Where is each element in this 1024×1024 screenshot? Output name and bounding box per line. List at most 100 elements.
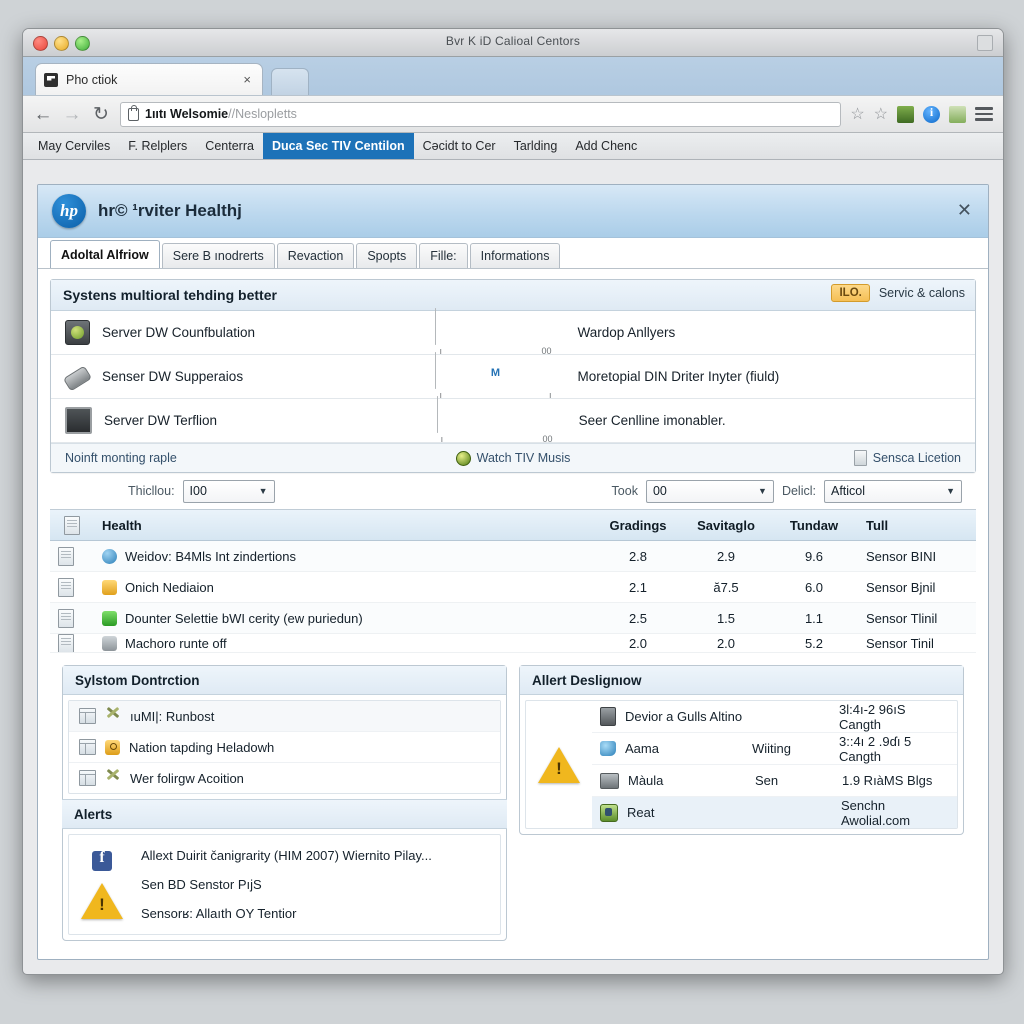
window-titlebar: Bvr K iD Calioal Centors xyxy=(23,29,1003,57)
bookmark-item-5[interactable]: Tarlding xyxy=(505,133,567,159)
alert-row-selected[interactable]: Reat Senchn Awolial.com xyxy=(592,797,957,828)
alert-col1: Devior a Gulls Altino xyxy=(625,709,743,724)
bookmark-item-4[interactable]: Cǝcidt to Cer xyxy=(414,133,505,159)
ilo-badge[interactable]: ILO. xyxy=(831,284,870,302)
memory-stick-icon xyxy=(62,365,93,392)
status-row-desc: Wardop Anllyers xyxy=(577,325,676,340)
footer-left-link[interactable]: Noinft monting raple xyxy=(65,451,364,465)
bookmark-item-6[interactable]: Add Chenc xyxy=(566,133,646,159)
row-doc-icon-cell[interactable] xyxy=(50,634,94,652)
alert-line[interactable]: Sensorʁ: Allaıth OY Tentior xyxy=(135,899,500,928)
bookmark-star-outline-icon[interactable]: ☆ xyxy=(874,104,888,124)
row-gradings-cell: 2.1 xyxy=(628,579,648,595)
app-close-icon[interactable]: ✕ xyxy=(957,200,972,221)
tab-fille[interactable]: Fille: xyxy=(419,243,468,268)
row-doc-icon-cell[interactable] xyxy=(50,577,94,597)
column-header-savitaglo[interactable]: Savitaglo xyxy=(682,518,770,533)
detail-select[interactable]: Afticol ▼ xyxy=(824,479,962,503)
status-row-0[interactable]: Server DW Counfbulation ı 00 Wardop Anll… xyxy=(51,308,975,356)
status-row-2[interactable]: Server DW Terflion ı 00 Seer Cenlline im… xyxy=(51,396,975,444)
web-page: hp hr© ¹rviter Healthj ✕ Adoltal Alfriow… xyxy=(37,184,989,960)
system-status-panel: Systens multioral tehding better ILO. Se… xyxy=(50,279,976,473)
bookmark-item-0[interactable]: May Cerviles xyxy=(29,133,119,159)
system-list-item[interactable]: Wer folirgw Acoition xyxy=(69,763,500,793)
status-row-desc: Seer Cenlline imonabler. xyxy=(578,413,726,428)
system-list-item[interactable]: Nation tapding Heladowh xyxy=(69,732,500,763)
meter-labels: ı 00 xyxy=(437,433,557,444)
took-select[interactable]: 00 ▼ xyxy=(645,479,774,503)
alert-row[interactable]: Devior a Gulls Altino 3l:4ı-2 96ıS Cangt… xyxy=(592,701,957,733)
extension-icon[interactable] xyxy=(897,105,914,123)
alert-col1: Aama xyxy=(625,741,659,756)
window-options-icon[interactable] xyxy=(977,35,993,51)
tab-revaction[interactable]: Revaction xyxy=(276,243,355,268)
footer-center-link[interactable]: Watch TIV Musis xyxy=(364,450,663,466)
tab-spopts[interactable]: Spopts xyxy=(356,243,418,268)
address-bar-path: //Neslopletts xyxy=(228,107,297,121)
row-tull-cell: Sensor BINI xyxy=(866,548,937,564)
document-icon xyxy=(58,608,74,628)
row-doc-icon-cell[interactable] xyxy=(50,546,94,566)
alert-row[interactable]: Aama Wiiting 3::4ı 2 .9ɗı 5 Cangth xyxy=(592,733,957,765)
alert-panel-body: Devior a Gulls Altino 3l:4ı-2 96ıS Cangt… xyxy=(525,700,958,829)
status-row-1[interactable]: Senser DW Supperaios ı ı M Moretopial DI… xyxy=(51,352,975,400)
back-button[interactable]: ← xyxy=(33,105,53,124)
tab-title: Pho ctiok xyxy=(66,72,118,87)
bookmark-star-icon[interactable]: ☆ xyxy=(850,104,864,124)
column-header-tull[interactable]: Tull xyxy=(858,518,976,533)
table-row[interactable]: Onich Nediaion 2.1 ă7.5 6.0 Sensor Bjnil xyxy=(50,572,976,603)
bookmark-item-3-active[interactable]: Duca Sec TIV Centilon xyxy=(262,133,414,159)
row-savitaglo-cell: 1.5 xyxy=(716,610,736,626)
tab-adoltal-alfriow[interactable]: Adoltal Alfriow xyxy=(50,240,160,268)
show-count-select[interactable]: I00 ▼ xyxy=(182,479,275,503)
row-savitaglo-cell: 2.9 xyxy=(716,548,736,564)
window-icon xyxy=(79,708,96,724)
menu-icon[interactable] xyxy=(975,107,993,121)
column-header-icon[interactable] xyxy=(50,515,94,535)
chevron-down-icon: ▼ xyxy=(946,486,955,496)
license-icon xyxy=(853,450,867,466)
address-bar[interactable]: 1ııtı Welsomie//Neslopletts xyxy=(120,101,842,127)
system-item-label: Nation tapding Heladowh xyxy=(129,739,275,755)
forward-button[interactable]: → xyxy=(62,105,82,124)
system-item-label: ıuMI|: Runbost xyxy=(130,708,215,724)
row-doc-icon-cell[interactable] xyxy=(50,608,94,628)
info-icon[interactable] xyxy=(923,105,940,123)
status-meter: ı ı M xyxy=(435,352,555,400)
column-header-health[interactable]: Health xyxy=(94,518,594,533)
alert-col1: Màula xyxy=(628,773,664,788)
took-value: 00 xyxy=(652,484,667,498)
footer-right-link[interactable]: Sensca Licetion xyxy=(662,450,961,466)
system-panel-title: Sylstom Dontrction xyxy=(63,666,506,695)
table-row[interactable]: Machoro runte off 2.0 2.0 5.2 Sensor Tin… xyxy=(50,634,976,653)
browser-chrome: Pho ctiok × ← → ↻ 1ııtı Welsomie//Neslop… xyxy=(23,57,1003,160)
alert-line[interactable]: Allext Duirit čanigrarity (HIM 2007) Wie… xyxy=(135,841,500,870)
column-header-tundaw[interactable]: Tundaw xyxy=(770,518,858,533)
tab-close-icon[interactable]: × xyxy=(240,72,254,87)
meter-right-label: 00 xyxy=(542,434,553,444)
tab-sere-b-inodrerts[interactable]: Sere B ınodrerts xyxy=(161,243,275,268)
browser-tab[interactable]: Pho ctiok × xyxy=(35,63,263,95)
progress-bar xyxy=(435,308,437,345)
alert-row[interactable]: Màula Sen 1.9 RıàMS Blgs xyxy=(592,765,957,797)
status-panel-footer: Noinft monting raple Watch TIV Musis Sen… xyxy=(51,443,975,472)
os-window: Bvr K iD Calioal Centors Pho ctiok × ← →… xyxy=(22,28,1004,975)
bookmark-item-1[interactable]: F. Relplers xyxy=(119,133,196,159)
extension2-icon[interactable] xyxy=(949,105,966,123)
row-tundaw-cell: 1.1 xyxy=(804,610,824,626)
bookmark-item-2[interactable]: Centerra xyxy=(196,133,263,159)
row-health-label: Dounter Selettie bWI cerity (ew puriedun… xyxy=(125,610,363,626)
new-tab-button[interactable] xyxy=(271,68,309,95)
alert-line[interactable]: Sen BD Senstor PıjS xyxy=(135,870,500,899)
service-link[interactable]: Servic & calons xyxy=(879,286,965,300)
alerts-gutter xyxy=(69,835,135,934)
table-row[interactable]: Weidov: B4Mls Int zindertions 2.8 2.9 9.… xyxy=(50,541,976,572)
table-filters: Thicllou: I00 ▼ Took 00 ▼ Delicl: Aftico… xyxy=(50,473,976,509)
reload-button[interactable]: ↻ xyxy=(91,105,111,124)
column-header-gradings[interactable]: Gradings xyxy=(594,518,682,533)
table-row[interactable]: Dounter Selettie bWI cerity (ew puriedun… xyxy=(50,603,976,634)
chevron-down-icon: ▼ xyxy=(758,486,767,496)
system-list-item[interactable]: ıuMI|: Runbost xyxy=(69,701,500,732)
tab-informations[interactable]: Informations xyxy=(469,243,561,268)
system-item-label: Wer folirgw Acoition xyxy=(130,770,244,786)
